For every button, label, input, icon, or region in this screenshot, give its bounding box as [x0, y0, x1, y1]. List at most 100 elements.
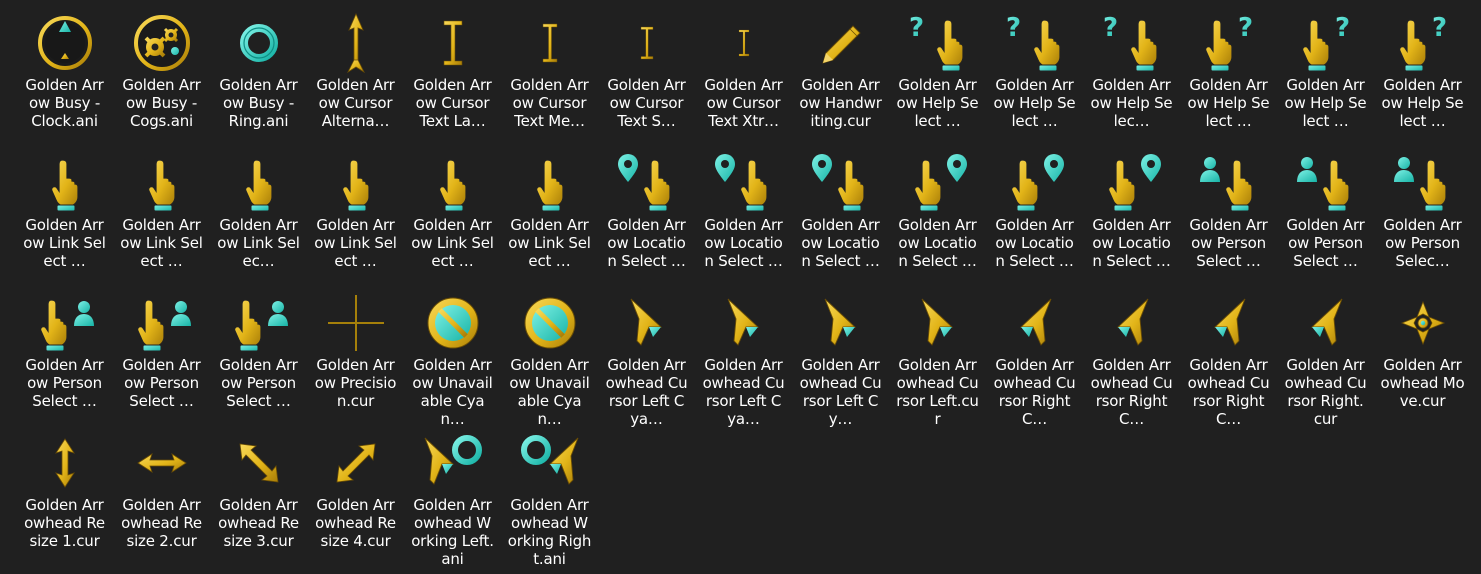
arrowhead-right-icon [1197, 290, 1261, 356]
file-item[interactable]: Golden Arrow Person Select … [113, 288, 210, 428]
file-item[interactable]: Golden Arrow Location Select … [695, 148, 792, 288]
file-item[interactable]: Golden Arrow Location Select … [1083, 148, 1180, 288]
file-item[interactable]: ? Golden Arrow Help Select … [1374, 8, 1471, 148]
svg-text:?: ? [1432, 14, 1447, 43]
arrowhead-left-icon [809, 290, 873, 356]
file-label: Golden Arrow Link Select … [508, 216, 591, 270]
file-item[interactable]: Golden Arrow Cursor Text Xtr… [695, 8, 792, 148]
file-item[interactable]: Golden Arrow Busy - Clock.ani [16, 8, 113, 148]
file-item[interactable]: Golden Arrowhead Cursor Right C… [1180, 288, 1277, 428]
file-label: Golden Arrow Person Select … [1286, 216, 1365, 270]
resize-horizontal-icon [130, 430, 194, 496]
working-left-icon [421, 430, 485, 496]
file-label: Golden Arrow Cursor Text Xtr… [704, 76, 783, 130]
hand-pointer-icon [227, 150, 291, 216]
file-item[interactable]: Golden Arrowhead Cursor Left Cya… [695, 288, 792, 428]
svg-text:?: ? [1006, 14, 1021, 43]
file-label: Golden Arrowhead Resize 3.cur [218, 496, 299, 550]
file-item[interactable]: Golden Arrow Cursor Text S… [598, 8, 695, 148]
file-item[interactable]: Golden Arrow Cursor Alterna… [307, 8, 404, 148]
file-item[interactable]: Golden Arrow Link Selec… [210, 148, 307, 288]
file-label: Golden Arrow Busy - Clock.ani [25, 76, 104, 130]
unavailable-icon [518, 290, 582, 356]
file-item[interactable]: Golden Arrow Link Select … [16, 148, 113, 288]
file-item[interactable]: Golden Arrow Location Select … [792, 148, 889, 288]
file-item[interactable]: Golden Arrow Link Select … [113, 148, 210, 288]
file-label: Golden Arrowhead Resize 4.cur [315, 496, 396, 550]
file-label: Golden Arrow Handwriting.cur [799, 76, 882, 130]
file-item[interactable]: Golden Arrow Person Select … [1180, 148, 1277, 288]
file-item[interactable]: Golden Arrowhead Cursor Right C… [986, 288, 1083, 428]
file-label: Golden Arrow Cursor Alterna… [316, 76, 395, 130]
file-item[interactable]: ? Golden Arrow Help Select … [889, 8, 986, 148]
person-hand-left-icon [1391, 150, 1455, 216]
file-item[interactable]: Golden Arrow Location Select … [986, 148, 1083, 288]
file-label: Golden Arrowhead Cursor Right C… [1090, 356, 1173, 428]
file-item[interactable]: Golden Arrowhead Working Right.ani [501, 428, 598, 568]
hand-pointer-icon [33, 150, 97, 216]
person-hand-right-icon [33, 290, 97, 356]
file-item[interactable]: Golden Arrow Person Select … [16, 288, 113, 428]
file-item[interactable]: Golden Arrowhead Cursor Left Cy… [792, 288, 889, 428]
file-icon-grid: Golden Arrow Busy - Clock.ani Golden Arro… [16, 8, 1471, 568]
file-item[interactable]: Golden Arrow Link Select … [501, 148, 598, 288]
file-item[interactable]: Golden Arrow Person Select … [1277, 148, 1374, 288]
file-label: Golden Arrow Precision.cur [314, 356, 397, 410]
file-label: Golden Arrow Person Selec… [1383, 216, 1462, 270]
file-item[interactable]: Golden Arrowhead Cursor Left.cur [889, 288, 986, 428]
clock-icon [33, 10, 97, 76]
file-item[interactable]: Golden Arrow Unavailable Cyan… [404, 288, 501, 428]
file-item[interactable]: ? Golden Arrow Help Select … [1180, 8, 1277, 148]
location-hand-right-icon [1003, 150, 1067, 216]
file-item[interactable]: ? Golden Arrow Help Select … [986, 8, 1083, 148]
file-item[interactable]: Golden Arrow Busy - Cogs.ani [113, 8, 210, 148]
file-item[interactable]: Golden Arrowhead Resize 2.cur [113, 428, 210, 568]
file-label: Golden Arrow Link Select … [120, 216, 203, 270]
file-label: Golden Arrow Help Select … [1381, 76, 1464, 130]
file-item[interactable]: Golden Arrowhead Resize 3.cur [210, 428, 307, 568]
person-hand-right-icon [130, 290, 194, 356]
file-label: Golden Arrowhead Cursor Left Cy… [799, 356, 882, 428]
file-item[interactable]: ? Golden Arrow Help Selec… [1083, 8, 1180, 148]
file-label: Golden Arrowhead Cursor Right C… [1187, 356, 1270, 428]
file-label: Golden Arrow Location Select … [607, 216, 686, 270]
svg-text:?: ? [909, 14, 924, 43]
help-hand-left-icon: ? [1100, 10, 1164, 76]
help-hand-right-icon: ? [1197, 10, 1261, 76]
file-item[interactable]: Golden Arrowhead Working Left.ani [404, 428, 501, 568]
file-item[interactable]: Golden Arrow Person Select … [210, 288, 307, 428]
file-item[interactable]: Golden Arrowhead Cursor Right C… [1083, 288, 1180, 428]
text-beam-small-icon [615, 10, 679, 76]
file-item[interactable]: Golden Arrow Unavailable Cyan… [501, 288, 598, 428]
file-item[interactable]: Golden Arrow Person Selec… [1374, 148, 1471, 288]
file-item[interactable]: Golden Arrow Cursor Text La… [404, 8, 501, 148]
file-item[interactable]: Golden Arrowhead Cursor Right.cur [1277, 288, 1374, 428]
file-item[interactable]: Golden Arrow Busy - Ring.ani [210, 8, 307, 148]
file-label: Golden Arrow Cursor Text Me… [510, 76, 589, 130]
file-item[interactable]: Golden Arrow Link Select … [404, 148, 501, 288]
file-label: Golden Arrow Cursor Text S… [607, 76, 686, 130]
text-beam-medium-icon [518, 10, 582, 76]
file-item[interactable]: Golden Arrow Precision.cur [307, 288, 404, 428]
hand-pointer-icon [518, 150, 582, 216]
file-item[interactable]: Golden Arrow Link Select … [307, 148, 404, 288]
file-item[interactable]: Golden Arrow Handwriting.cur [792, 8, 889, 148]
file-item[interactable]: Golden Arrow Cursor Text Me… [501, 8, 598, 148]
file-item[interactable]: ? Golden Arrow Help Select … [1277, 8, 1374, 148]
file-item[interactable]: Golden Arrowhead Resize 1.cur [16, 428, 113, 568]
text-beam-large-icon [421, 10, 485, 76]
file-label: Golden Arrow Location Select … [995, 216, 1074, 270]
file-label: Golden Arrow Help Select … [1284, 76, 1367, 130]
file-item[interactable]: Golden Arrowhead Move.cur [1374, 288, 1471, 428]
crosshair-icon [324, 290, 388, 356]
hand-pointer-icon [324, 150, 388, 216]
file-label: Golden Arrow Cursor Text La… [413, 76, 492, 130]
file-item[interactable]: Golden Arrow Location Select … [889, 148, 986, 288]
file-item[interactable]: Golden Arrow Location Select … [598, 148, 695, 288]
arrowhead-right-icon [1003, 290, 1067, 356]
file-item[interactable]: Golden Arrowhead Resize 4.cur [307, 428, 404, 568]
ring-icon [227, 10, 291, 76]
file-label: Golden Arrowhead Cursor Left Cya… [605, 356, 688, 428]
file-item[interactable]: Golden Arrowhead Cursor Left Cya… [598, 288, 695, 428]
cogs-icon [130, 10, 194, 76]
